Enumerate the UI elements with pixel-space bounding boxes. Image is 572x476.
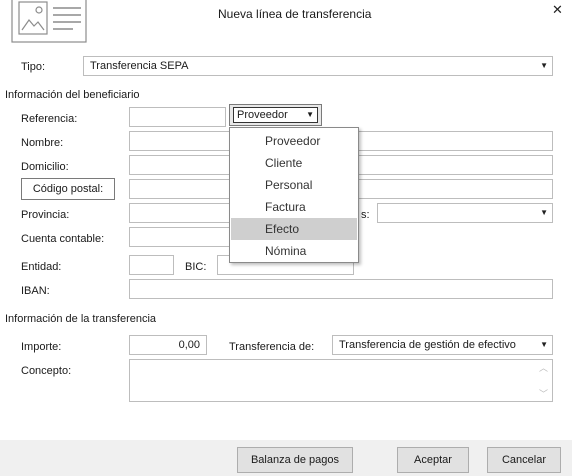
beneficiario-type-dropdown: Proveedor Cliente Personal Factura Efect… bbox=[229, 127, 359, 263]
entidad-label: Entidad: bbox=[21, 261, 62, 273]
entidad-input[interactable] bbox=[129, 255, 174, 275]
iban-input[interactable] bbox=[129, 279, 553, 299]
transferencia-de-value: Transferencia de gestión de efectivo bbox=[339, 339, 516, 351]
concepto-textarea[interactable] bbox=[129, 359, 553, 402]
chevron-down-icon: ▼ bbox=[540, 208, 548, 217]
referencia-input[interactable] bbox=[129, 107, 226, 127]
beneficiario-type-select[interactable]: Proveedor ▼ bbox=[229, 104, 322, 126]
importe-label: Importe: bbox=[21, 341, 62, 353]
chevron-down-icon[interactable]: ﹀ bbox=[539, 387, 548, 400]
chevron-down-icon: ▼ bbox=[540, 340, 548, 349]
cancelar-button[interactable]: Cancelar bbox=[487, 447, 561, 473]
beneficiario-section-title: Información del beneficiario bbox=[5, 89, 140, 101]
concepto-scrollbar[interactable]: ︿ ﹀ bbox=[536, 360, 552, 401]
importe-value: 0,00 bbox=[178, 339, 200, 351]
transferencia-de-select[interactable]: Transferencia de gestión de efectivo ▼ bbox=[332, 335, 553, 355]
form-illustration-icon bbox=[11, 0, 87, 44]
cuenta-contable-label: Cuenta contable: bbox=[21, 233, 105, 245]
codigo-postal-button[interactable]: Código postal: bbox=[21, 178, 115, 200]
dropdown-option-cliente[interactable]: Cliente bbox=[231, 152, 357, 174]
chevron-down-icon: ▼ bbox=[306, 110, 314, 119]
dropdown-option-personal[interactable]: Personal bbox=[231, 174, 357, 196]
pais-label: s: bbox=[361, 209, 370, 221]
dropdown-option-efecto[interactable]: Efecto bbox=[231, 218, 357, 240]
concepto-label: Concepto: bbox=[21, 365, 72, 377]
bic-label: BIC: bbox=[185, 261, 207, 273]
balanza-de-pagos-button[interactable]: Balanza de pagos bbox=[237, 447, 353, 473]
domicilio-label: Domicilio: bbox=[21, 161, 69, 173]
dropdown-option-proveedor[interactable]: Proveedor bbox=[231, 130, 357, 152]
provincia-label: Provincia: bbox=[21, 209, 70, 221]
window-title: Nueva línea de transferencia bbox=[218, 7, 372, 21]
tipo-select[interactable]: Transferencia SEPA ▼ bbox=[83, 56, 553, 76]
chevron-up-icon[interactable]: ︿ bbox=[539, 361, 548, 374]
transferencia-de-label: Transferencia de: bbox=[229, 341, 315, 353]
importe-input[interactable]: 0,00 bbox=[129, 335, 207, 355]
dropdown-option-factura[interactable]: Factura bbox=[231, 196, 357, 218]
nombre-label: Nombre: bbox=[21, 137, 64, 149]
close-icon[interactable]: ✕ bbox=[552, 3, 563, 17]
tipo-select-value: Transferencia SEPA bbox=[90, 60, 189, 72]
dropdown-option-nomina[interactable]: Nómina bbox=[231, 240, 357, 262]
pais-select[interactable]: ▼ bbox=[377, 203, 553, 223]
iban-label: IBAN: bbox=[21, 285, 50, 297]
chevron-down-icon: ▼ bbox=[540, 61, 548, 70]
beneficiario-type-value: Proveedor bbox=[237, 109, 288, 121]
transferencia-section-title: Información de la transferencia bbox=[5, 313, 157, 325]
aceptar-button[interactable]: Aceptar bbox=[397, 447, 469, 473]
tipo-label: Tipo: bbox=[21, 61, 46, 73]
referencia-label: Referencia: bbox=[21, 113, 78, 125]
